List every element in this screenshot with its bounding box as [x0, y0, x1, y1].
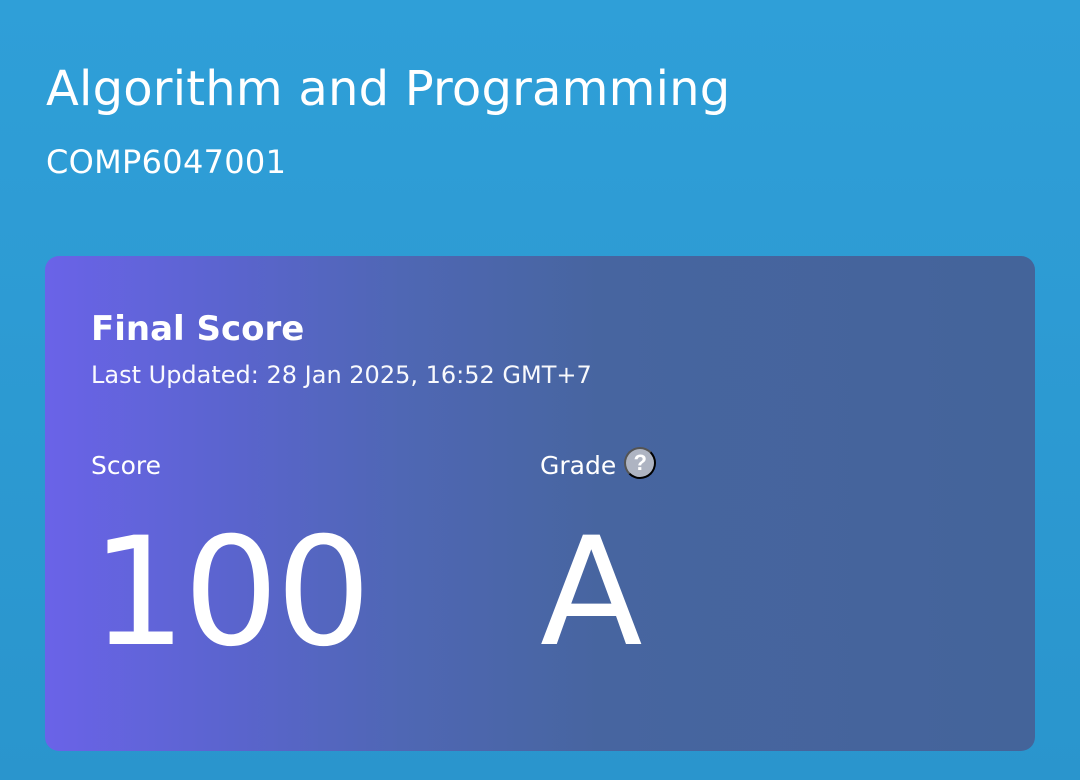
- grade-value: A: [540, 506, 643, 680]
- course-title: Algorithm and Programming: [46, 61, 731, 117]
- course-header: Algorithm and Programming COMP6047001: [46, 58, 1036, 182]
- final-score-card: Final Score Last Updated: 28 Jan 2025, 1…: [45, 256, 1035, 751]
- score-section: Score 100: [91, 448, 371, 680]
- score-label-row: Score: [91, 448, 368, 484]
- course-code: COMP6047001: [46, 143, 287, 181]
- score-label: Score: [91, 451, 162, 480]
- score-value: 100: [91, 506, 371, 680]
- last-updated-text: Last Updated: 28 Jan 2025, 16:52 GMT+7: [91, 361, 592, 389]
- grade-label: Grade: [540, 451, 617, 480]
- grade-section: Grade ? A: [540, 447, 657, 680]
- final-score-title: Final Score: [91, 309, 305, 349]
- grade-label-row: Grade ?: [540, 447, 657, 484]
- help-icon[interactable]: ?: [624, 447, 657, 479]
